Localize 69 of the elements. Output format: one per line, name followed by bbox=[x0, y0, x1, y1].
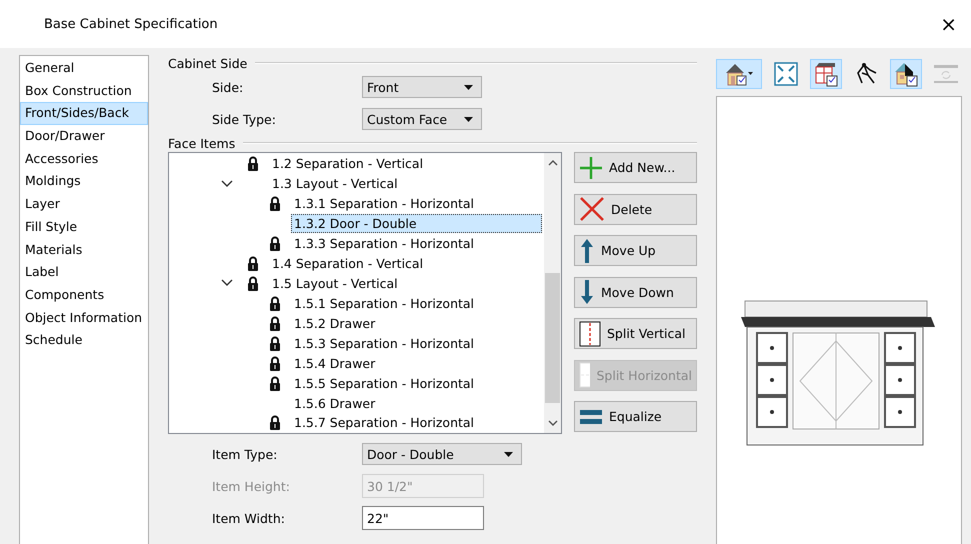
tree-item[interactable]: 1.5.6 Drawer bbox=[291, 394, 380, 413]
group-legend: Cabinet Side bbox=[168, 56, 248, 70]
category-item[interactable]: Fill Style bbox=[20, 216, 148, 238]
fullscreen-icon bbox=[774, 62, 798, 86]
cabinet-check-icon bbox=[813, 61, 839, 87]
split-horizontal-icon bbox=[579, 362, 590, 388]
chevron-icon[interactable] bbox=[221, 180, 233, 188]
refresh-icon bbox=[933, 63, 959, 85]
tree-item[interactable]: 1.5.1 Separation - Horizontal bbox=[291, 294, 480, 313]
category-item[interactable]: Components bbox=[20, 284, 148, 307]
tree-item[interactable]: 1.5.5 Separation - Horizontal bbox=[291, 374, 480, 393]
tree-item[interactable]: 1.3 Layout - Vertical bbox=[269, 174, 403, 194]
category-item[interactable]: Box Construction bbox=[20, 80, 148, 102]
input-field[interactable]: 22" bbox=[362, 506, 484, 530]
scroll-down-icon[interactable] bbox=[548, 419, 558, 427]
tree-item[interactable]: 1.3.2 Door - Double bbox=[291, 214, 542, 234]
tree-item[interactable]: 1.3.1 Separation - Horizontal bbox=[291, 194, 480, 214]
tree-item[interactable]: 1.4 Separation - Vertical bbox=[269, 254, 428, 274]
branch-arrows-icon bbox=[854, 62, 878, 86]
window-title: Base Cabinet Specification bbox=[44, 16, 218, 32]
category-item[interactable]: Accessories bbox=[20, 148, 148, 170]
category-item[interactable]: Door/Drawer bbox=[20, 125, 148, 148]
action-button[interactable]: Split Vertical bbox=[574, 318, 697, 349]
close-button[interactable]: × bbox=[936, 12, 961, 36]
field-label: Item Width: bbox=[212, 510, 286, 526]
dropdown-arrow-icon bbox=[464, 84, 473, 90]
field-label: Item Height: bbox=[212, 478, 291, 494]
category-item[interactable]: Moldings bbox=[20, 170, 148, 194]
dropdown[interactable]: Door - Double bbox=[362, 443, 522, 465]
field-label: Side: bbox=[212, 80, 244, 94]
dropdown[interactable]: Front bbox=[362, 76, 482, 98]
category-item[interactable]: Schedule bbox=[20, 329, 148, 352]
scrollbar[interactable] bbox=[544, 153, 561, 433]
scroll-up-icon[interactable] bbox=[548, 159, 558, 167]
category-item[interactable]: Object Information bbox=[20, 306, 148, 330]
dropdown[interactable]: Custom Face bbox=[362, 108, 482, 130]
close-icon bbox=[579, 196, 605, 222]
field-label: Item Type: bbox=[212, 446, 278, 462]
group-legend: Face Items bbox=[168, 136, 236, 150]
up-arrow-icon bbox=[579, 238, 595, 264]
action-button[interactable]: Add New... bbox=[574, 152, 697, 183]
split-vertical-icon bbox=[579, 320, 601, 346]
plus-icon bbox=[579, 156, 603, 180]
action-button[interactable]: Move Down bbox=[574, 276, 697, 308]
category-item[interactable]: Label bbox=[20, 261, 148, 284]
dropdown-arrow-icon bbox=[464, 116, 473, 122]
action-button[interactable]: Move Up bbox=[574, 235, 697, 266]
toolbar-button[interactable] bbox=[810, 59, 842, 89]
category-item[interactable]: Front/Sides/Back bbox=[20, 102, 148, 126]
tree-item[interactable]: 1.5.2 Drawer bbox=[291, 314, 380, 333]
tree-item[interactable]: 1.5.4 Drawer bbox=[291, 354, 380, 373]
toolbar-button[interactable] bbox=[890, 59, 922, 89]
category-item[interactable]: Materials bbox=[20, 238, 148, 262]
tree-item[interactable]: 1.5 Layout - Vertical bbox=[269, 274, 403, 293]
tree-item[interactable]: 1.5.7 Separation - Horizontal bbox=[291, 413, 480, 432]
tree-item[interactable]: 1.2 Separation - Vertical bbox=[269, 154, 428, 174]
category-item[interactable]: Layer bbox=[20, 193, 148, 216]
down-arrow-icon bbox=[579, 279, 595, 305]
house-check-icon bbox=[893, 61, 919, 87]
tree-item[interactable]: 1.3.3 Separation - Horizontal bbox=[291, 234, 480, 254]
house-check-icon bbox=[724, 62, 754, 86]
action-button[interactable]: Delete bbox=[574, 194, 697, 224]
toolbar-button[interactable] bbox=[716, 59, 762, 89]
tree-item[interactable]: 1.5.3 Separation - Horizontal bbox=[291, 334, 480, 353]
field-label: Side Type: bbox=[212, 112, 277, 126]
action-button[interactable]: Equalize bbox=[574, 401, 697, 432]
chevron-icon[interactable] bbox=[221, 279, 233, 288]
dropdown-arrow-icon bbox=[504, 452, 513, 456]
category-item[interactable]: General bbox=[20, 57, 148, 80]
